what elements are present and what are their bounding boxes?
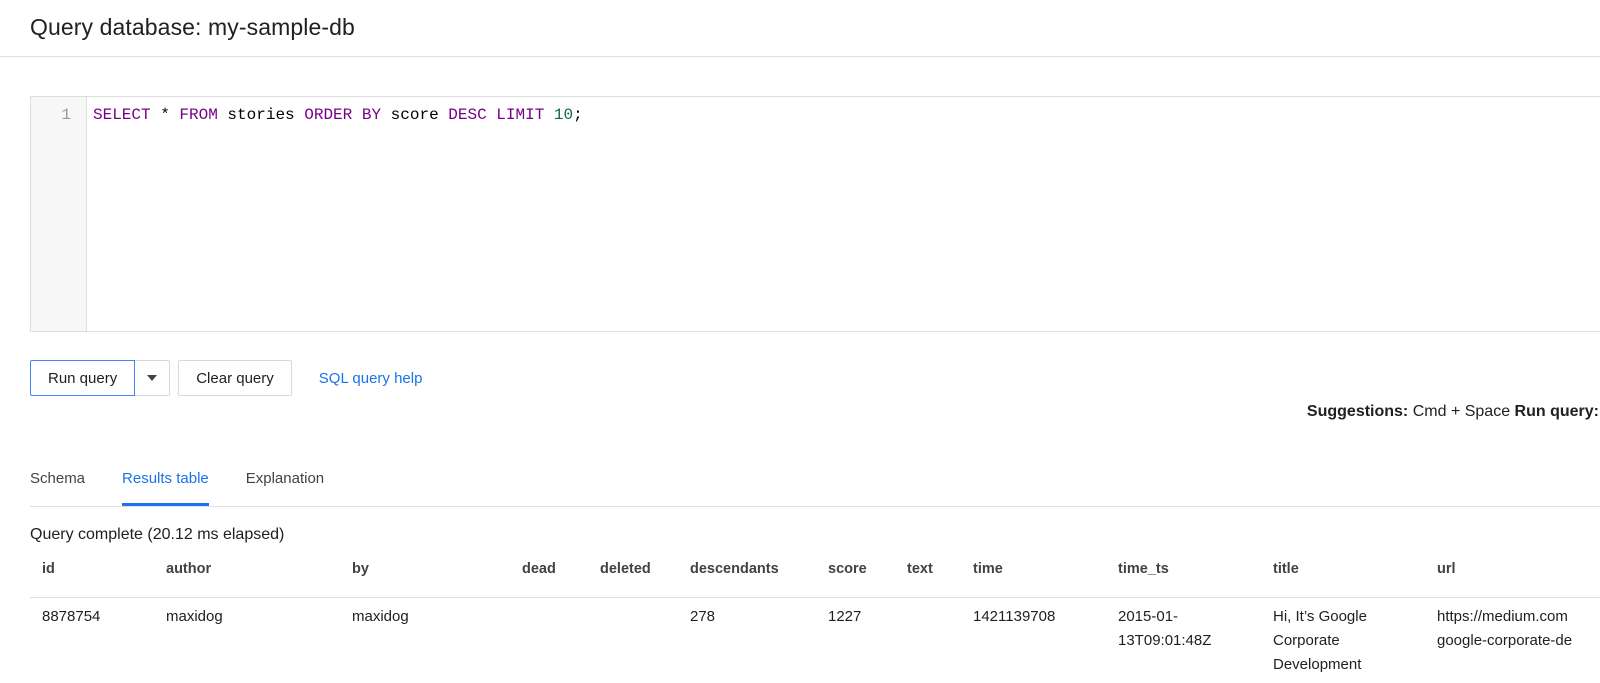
column-header-score: score	[828, 545, 907, 598]
sql-token: stories	[218, 106, 304, 124]
sql-token: ORDER BY	[304, 106, 381, 124]
sql-token: DESC	[448, 106, 486, 124]
column-header-by: by	[352, 545, 522, 598]
sql-token: LIMIT	[496, 106, 544, 124]
cell-url: https://medium.com google-corporate-de	[1437, 598, 1600, 678]
sql-token: *	[151, 106, 180, 124]
sql-code-area[interactable]: SELECT * FROM stories ORDER BY score DES…	[87, 97, 1600, 331]
sql-query-line: SELECT * FROM stories ORDER BY score DES…	[93, 106, 1600, 124]
editor-gutter: 1	[31, 97, 87, 331]
line-number: 1	[31, 106, 71, 124]
suggestions-action: Run query:	[1515, 403, 1599, 420]
cell-descendants: 278	[690, 598, 828, 678]
cell-deleted	[600, 598, 690, 678]
sql-token	[487, 106, 497, 124]
suggestions-label: Suggestions:	[1307, 403, 1408, 420]
column-header-time: time	[973, 545, 1118, 598]
sql-token: 10	[554, 106, 573, 124]
sql-token: SELECT	[93, 106, 151, 124]
cell-time-ts: 2015-01-13T09:01:48Z	[1118, 598, 1273, 678]
page-header: Query database: my-sample-db	[0, 0, 1600, 57]
run-query-dropdown-button[interactable]	[135, 360, 170, 396]
query-actions: Run query Clear query SQL query help	[30, 360, 1600, 396]
results-tabbar: Schema Results table Explanation	[30, 459, 1600, 507]
results-table: id author by dead deleted descendants sc…	[30, 545, 1600, 677]
column-header-author: author	[166, 545, 352, 598]
query-status: Query complete (20.12 ms elapsed)	[30, 525, 1600, 545]
column-header-time-ts: time_ts	[1118, 545, 1273, 598]
column-header-descendants: descendants	[690, 545, 828, 598]
column-header-url: url	[1437, 545, 1600, 598]
caret-down-icon	[147, 375, 157, 381]
column-header-dead: dead	[522, 545, 600, 598]
table-row: 8878754 maxidog maxidog 278 1227 1421139…	[30, 598, 1600, 678]
column-header-deleted: deleted	[600, 545, 690, 598]
cell-time: 1421139708	[973, 598, 1118, 678]
cell-author: maxidog	[166, 598, 352, 678]
cell-id: 8878754	[30, 598, 166, 678]
clear-query-button[interactable]: Clear query	[178, 360, 292, 396]
sql-editor[interactable]: 1 SELECT * FROM stories ORDER BY score D…	[30, 96, 1600, 332]
tab-explanation[interactable]: Explanation	[246, 459, 324, 506]
column-header-text: text	[907, 545, 973, 598]
sql-token	[544, 106, 554, 124]
table-header-row: id author by dead deleted descendants sc…	[30, 545, 1600, 598]
suggestions-text: Suggestions: Cmd + Space Run query:	[0, 402, 1600, 421]
sql-token: FROM	[179, 106, 217, 124]
suggestions-shortcut: Cmd + Space	[1408, 403, 1514, 420]
tab-results-table[interactable]: Results table	[122, 459, 209, 506]
column-header-title: title	[1273, 545, 1437, 598]
sql-token: score	[381, 106, 448, 124]
run-query-button[interactable]: Run query	[30, 360, 135, 396]
sql-token: ;	[573, 106, 583, 124]
query-database-page: Query database: my-sample-db 1 SELECT * …	[0, 0, 1600, 683]
cell-dead	[522, 598, 600, 678]
page-title: Query database: my-sample-db	[30, 14, 1600, 41]
cell-text	[907, 598, 973, 678]
cell-title: Hi, It’s Google Corporate Development	[1273, 598, 1437, 678]
tab-schema[interactable]: Schema	[30, 459, 85, 506]
cell-score: 1227	[828, 598, 907, 678]
sql-query-help-link[interactable]: SQL query help	[319, 370, 423, 387]
column-header-id: id	[30, 545, 166, 598]
cell-by: maxidog	[352, 598, 522, 678]
